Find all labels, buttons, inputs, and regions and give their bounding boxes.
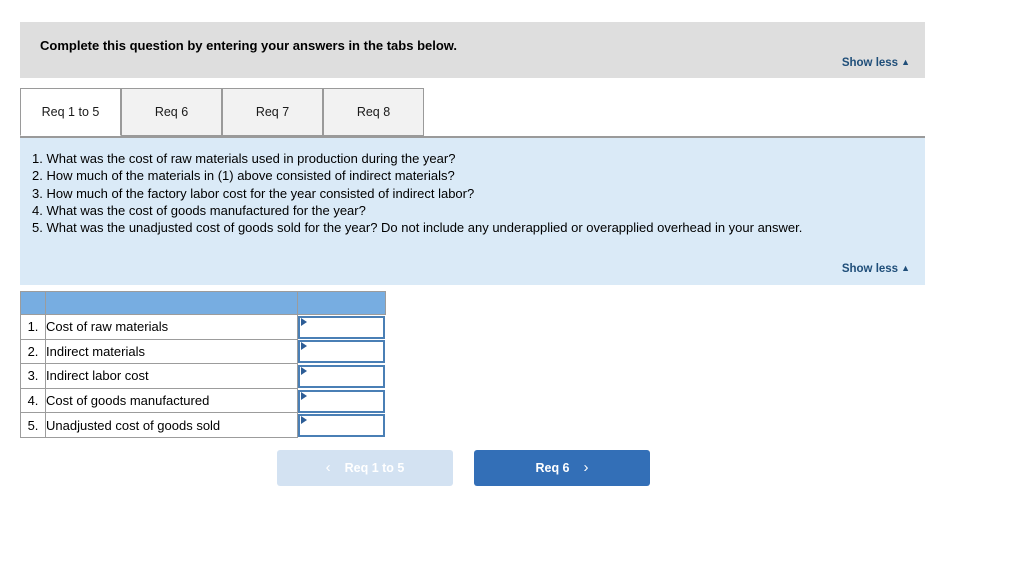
table-header-cell-label <box>45 291 298 315</box>
input-marker-icon <box>301 366 307 375</box>
table-row: 5. Unadjusted cost of goods sold <box>20 412 385 438</box>
input-marker-icon <box>301 416 307 425</box>
tab-req-8[interactable]: Req 8 <box>323 88 424 136</box>
tab-label: Req 7 <box>255 105 290 119</box>
caret-up-icon: ▲ <box>901 57 910 67</box>
row-label: Indirect labor cost <box>45 363 298 389</box>
table-row: 2. Indirect materials <box>20 338 385 365</box>
row-number: 1. <box>20 314 46 340</box>
question-item: 1. What was the cost of raw materials us… <box>32 151 456 166</box>
row-answer-cell <box>298 364 385 389</box>
previous-requirement-label: Req 1 to 5 <box>344 461 405 475</box>
question-item: 2. How much of the materials in (1) abov… <box>32 168 455 184</box>
table-row: 1. Cost of raw materials <box>20 314 385 340</box>
tab-req-7[interactable]: Req 7 <box>222 88 323 136</box>
row-answer-cell <box>298 413 385 438</box>
instruction-title: Complete this question by entering your … <box>40 38 458 53</box>
instruction-show-less-label: Show less <box>841 57 899 69</box>
tab-label: Req 8 <box>356 105 391 119</box>
input-marker-icon <box>301 318 307 327</box>
chevron-left-icon: ‹ <box>325 458 331 476</box>
answer-input-indirect-labor-cost[interactable] <box>298 364 385 388</box>
answer-input-indirect-materials[interactable] <box>298 340 385 364</box>
question-show-less-link[interactable]: Show less ▲ <box>842 263 910 275</box>
question-list: 1. What was the cost of raw materials us… <box>32 150 917 236</box>
caret-up-icon: ▲ <box>901 263 910 273</box>
table-row: 3. Indirect labor cost <box>20 363 385 389</box>
row-number: 4. <box>20 387 46 414</box>
tab-label: Req 1 to 5 <box>41 105 100 119</box>
instruction-panel: Complete this question by entering your … <box>20 22 925 78</box>
answer-input-cost-of-goods-manufactured[interactable] <box>298 389 385 413</box>
tab-strip: Req 1 to 5 Req 6 Req 7 Req 8 <box>20 88 925 137</box>
instruction-show-less-link[interactable]: Show less ▲ <box>842 57 910 69</box>
row-answer-cell <box>298 388 385 413</box>
row-number: 5. <box>20 412 46 438</box>
table-header-cell-amount <box>297 291 386 315</box>
row-label: Unadjusted cost of goods sold <box>45 412 298 438</box>
question-item: 3. How much of the factory labor cost fo… <box>32 185 475 201</box>
row-label: Cost of goods manufactured <box>45 387 298 414</box>
row-label: Cost of raw materials <box>45 314 298 340</box>
question-item: 4. What was the cost of goods manufactur… <box>32 202 366 218</box>
row-number: 3. <box>20 363 46 389</box>
row-answer-cell <box>298 339 385 364</box>
table-header-row <box>20 291 386 315</box>
answer-input-unadjusted-cost-of-goods-sold[interactable] <box>298 414 385 438</box>
chevron-right-icon: › <box>583 458 589 476</box>
next-requirement-label: Req 6 <box>535 461 570 475</box>
question-show-less-label: Show less <box>841 263 899 275</box>
row-number: 2. <box>20 338 46 365</box>
tab-req-1-to-5[interactable]: Req 1 to 5 <box>20 88 121 136</box>
table-row: 4. Cost of goods manufactured <box>20 387 385 414</box>
question-item: 5. What was the unadjusted cost of goods… <box>32 220 803 236</box>
answer-table: 1. Cost of raw materials 2. Indirect mat… <box>20 291 386 438</box>
question-panel: 1. What was the cost of raw materials us… <box>20 137 925 285</box>
input-marker-icon <box>301 391 307 400</box>
answer-input-cost-of-raw-materials[interactable] <box>298 316 385 340</box>
tab-req-6[interactable]: Req 6 <box>121 88 222 136</box>
row-label: Indirect materials <box>45 338 298 365</box>
row-answer-cell <box>298 315 385 340</box>
tab-label: Req 6 <box>154 105 189 119</box>
table-header-cell-num <box>20 291 46 315</box>
previous-requirement-button[interactable]: ‹ Req 1 to 5 <box>277 450 453 486</box>
input-marker-icon <box>301 342 307 351</box>
next-requirement-button[interactable]: Req 6 › <box>474 450 650 486</box>
